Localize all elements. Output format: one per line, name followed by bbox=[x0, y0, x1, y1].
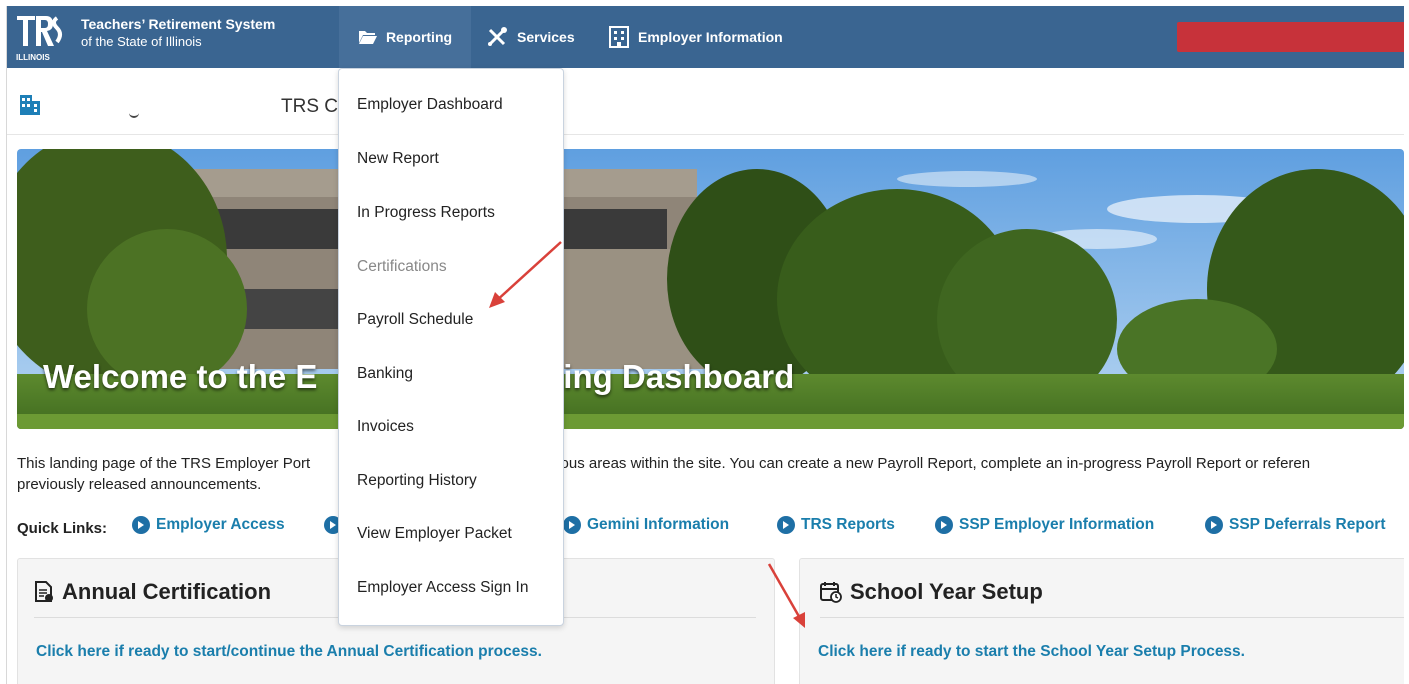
chevron-right-circle-icon bbox=[777, 516, 795, 534]
browser-frame: ILLINOIS Teachers’ Retirement System of … bbox=[6, 6, 1404, 684]
intro-line2: previously released announcements. bbox=[17, 476, 262, 493]
calendar-clock-icon bbox=[820, 582, 842, 603]
reporting-dropdown-menu: Employer Dashboard New Report In Progres… bbox=[338, 68, 564, 626]
quick-link-label: TRS Reports bbox=[801, 516, 895, 533]
welcome-right: rting Dashboard bbox=[539, 358, 795, 395]
menu-item-reporting-history[interactable]: Reporting History bbox=[357, 472, 477, 490]
chevron-right-circle-icon bbox=[132, 516, 150, 534]
menu-item-new-report[interactable]: New Report bbox=[357, 150, 439, 168]
intro-paragraph: This landing page of the TRS Employer Po… bbox=[17, 453, 1402, 495]
divider bbox=[820, 617, 1404, 618]
menu-item-employer-dashboard[interactable]: Employer Dashboard bbox=[357, 96, 503, 114]
menu-item-certifications: Certifications bbox=[357, 258, 447, 275]
chevron-right-circle-icon bbox=[935, 516, 953, 534]
page-title: TRS C bbox=[281, 96, 338, 117]
brand-subtitle: of the State of Illinois bbox=[81, 34, 202, 49]
brand-title: Teachers’ Retirement System bbox=[81, 16, 276, 32]
card-title-text: School Year Setup bbox=[850, 579, 1043, 604]
nav-services[interactable]: Services bbox=[487, 6, 575, 68]
menu-item-in-progress-reports[interactable]: In Progress Reports bbox=[357, 204, 495, 222]
chevron-right-circle-icon bbox=[563, 516, 581, 534]
page-header bbox=[7, 68, 1404, 135]
chevron-right-circle-icon bbox=[1205, 516, 1223, 534]
tools-icon bbox=[488, 27, 507, 46]
nav-label: Reporting bbox=[385, 29, 453, 45]
menu-item-invoices[interactable]: Invoices bbox=[357, 418, 414, 436]
building-icon bbox=[20, 95, 40, 115]
card-title-text: Annual Certification bbox=[62, 579, 272, 604]
school-year-setup-link[interactable]: Click here if ready to start the School … bbox=[818, 643, 1245, 661]
quick-link-label: Employer Access bbox=[156, 516, 285, 533]
menu-item-payroll-schedule[interactable]: Payroll Schedule bbox=[357, 311, 473, 329]
nav-reporting[interactable]: Reporting bbox=[339, 6, 471, 68]
menu-item-banking[interactable]: Banking bbox=[357, 365, 413, 383]
nav-label: Employer Information bbox=[638, 29, 783, 45]
folder-open-icon bbox=[358, 31, 377, 44]
quick-link-trs-reports[interactable]: TRS Reports bbox=[777, 516, 895, 534]
quick-link-ssp-deferrals-report[interactable]: SSP Deferrals Report bbox=[1205, 516, 1386, 534]
quick-link-ssp-employer-information[interactable]: SSP Employer Information bbox=[935, 516, 1154, 534]
top-navbar: ILLINOIS Teachers’ Retirement System of … bbox=[7, 6, 1404, 68]
nav-label: Services bbox=[517, 29, 575, 45]
quick-link-label: SSP Deferrals Report bbox=[1229, 516, 1386, 533]
quick-link-label: Gemini Information bbox=[587, 516, 730, 533]
menu-item-view-employer-packet[interactable]: View Employer Packet bbox=[357, 525, 512, 543]
intro-part1: This landing page of the TRS Employer Po… bbox=[17, 455, 311, 472]
card-title: Annual Certification bbox=[34, 579, 271, 605]
school-year-setup-card: School Year Setup Click here if ready to… bbox=[799, 558, 1404, 684]
quick-link-employer-access[interactable]: Employer Access bbox=[132, 516, 285, 534]
intro-part2: rious areas within the site. You can cre… bbox=[552, 455, 1311, 472]
quick-links-label: Quick Links: bbox=[17, 519, 108, 537]
trs-logo[interactable]: ILLINOIS bbox=[13, 8, 65, 66]
quick-links: Quick Links: Employer Access Gemini Info… bbox=[17, 516, 1404, 540]
quick-link-label: SSP Employer Information bbox=[959, 516, 1155, 533]
card-title: School Year Setup bbox=[820, 579, 1043, 605]
nav-employer-information[interactable]: Employer Information bbox=[608, 6, 783, 68]
svg-text:ILLINOIS: ILLINOIS bbox=[16, 53, 50, 62]
menu-item-employer-access-sign-in[interactable]: Employer Access Sign In bbox=[357, 579, 528, 597]
welcome-left: Welcome to the E bbox=[43, 358, 318, 395]
building-icon bbox=[609, 26, 629, 48]
certificate-icon bbox=[35, 581, 53, 602]
quick-link-gemini-information[interactable]: Gemini Information bbox=[563, 516, 729, 534]
annual-certification-link[interactable]: Click here if ready to start/continue th… bbox=[36, 643, 542, 661]
redacted-user-area bbox=[1177, 22, 1404, 52]
